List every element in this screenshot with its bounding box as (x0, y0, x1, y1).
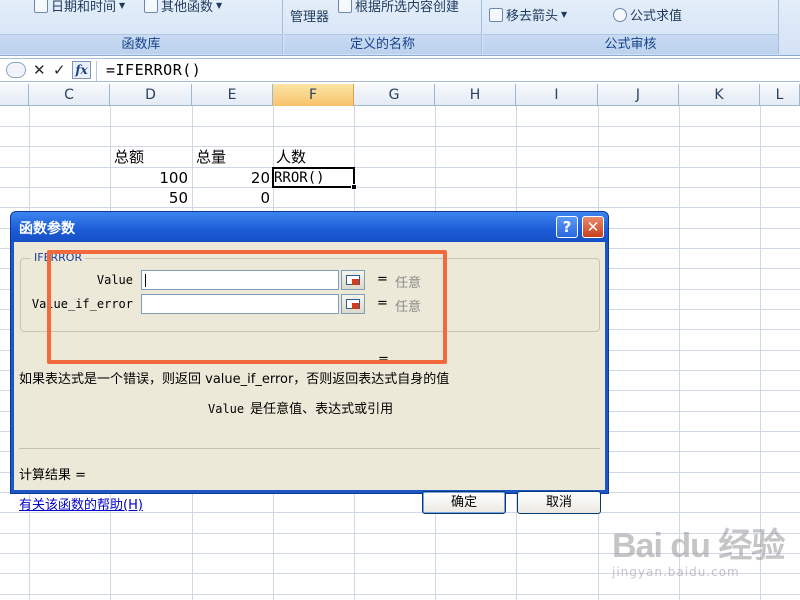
cell-e3[interactable]: 0 (192, 188, 270, 208)
create-from-selection-icon (338, 0, 352, 13)
enter-icon[interactable]: ✓ (53, 61, 66, 79)
cell-f-header[interactable]: 人数 (276, 147, 306, 167)
baidu-watermark: Bai du 经验 jingyan.baidu.com (612, 518, 785, 579)
cell-d3[interactable]: 50 (110, 188, 188, 208)
other-functions-button[interactable]: 其他函数 ▼ (144, 0, 222, 15)
ribbon-group-formula-auditing: 移去箭头 ▼ 公式求值 公式审核 (483, 0, 779, 54)
formula-bar: ✕ ✓ fx =IFERROR() (0, 58, 800, 82)
column-header-g[interactable]: G (354, 84, 435, 106)
column-header-i[interactable]: I (516, 84, 598, 106)
fill-handle[interactable] (351, 184, 357, 190)
column-header-d[interactable]: D (110, 84, 192, 106)
highlight-box (47, 250, 447, 364)
argument-description-text: 是任意值、表达式或引用 (250, 402, 394, 417)
cell-e-header[interactable]: 总量 (196, 147, 226, 167)
column-header-l[interactable]: L (760, 84, 800, 106)
argument-description-name: Value (208, 402, 245, 416)
ribbon-group-title: 公式审核 (483, 34, 778, 54)
ribbon-group-title: 函数库 (0, 34, 282, 54)
remove-arrows-button[interactable]: 移去箭头 ▼ (489, 5, 567, 24)
dialog-separator (19, 448, 600, 449)
function-description: 如果表达式是一个错误，则返回 value_if_error，否则返回表达式自身的… (19, 372, 450, 387)
watermark-url: jingyan.baidu.com (612, 565, 740, 579)
cancel-button[interactable]: 取消 (517, 491, 601, 514)
ribbon-group-defined-names: 管理器 根据所选内容创建 定义的名称 (284, 0, 482, 54)
column-header-h[interactable]: H (435, 84, 516, 106)
evaluate-formula-icon (613, 7, 627, 22)
chevron-down-icon: ▼ (561, 10, 568, 19)
formula-divider (96, 61, 97, 81)
active-cell-border (272, 167, 355, 188)
chevron-down-icon: ▼ (216, 1, 223, 10)
date-time-button[interactable]: 日期和时间 ▼ (34, 0, 125, 15)
remove-arrows-icon (489, 7, 503, 22)
cell-d2[interactable]: 100 (110, 168, 188, 188)
ribbon: 日期和时间 ▼ 其他函数 ▼ 函数库 管理器 根据所选内容创建 定义的名称 移去… (0, 0, 800, 56)
dialog-titlebar[interactable]: 函数参数 ? ✕ (11, 212, 608, 242)
more-functions-icon (144, 0, 158, 13)
help-icon[interactable]: ? (556, 216, 578, 238)
evaluate-formula-button[interactable]: 公式求值 (613, 5, 682, 24)
chevron-down-icon: ▼ (119, 1, 126, 10)
column-header-e[interactable]: E (192, 84, 273, 106)
formula-input[interactable]: =IFERROR() (106, 61, 201, 79)
dialog-title: 函数参数 (19, 221, 75, 237)
cell-e2[interactable]: 20 (192, 168, 270, 188)
column-header-row: C D E F G H I J K L (0, 84, 800, 106)
calc-result: 计算结果 = (19, 468, 87, 483)
column-header-j[interactable]: J (598, 84, 679, 106)
insert-function-icon[interactable]: fx (72, 61, 91, 79)
close-icon[interactable]: ✕ (582, 216, 604, 238)
ribbon-group-function-library: 日期和时间 ▼ 其他函数 ▼ 函数库 (0, 0, 283, 54)
column-header-stub[interactable] (0, 84, 29, 106)
cell-d-header[interactable]: 总额 (114, 147, 144, 167)
cancel-icon[interactable]: ✕ (33, 61, 46, 79)
watermark-logo: Bai du 经验 (612, 527, 785, 565)
name-box-toggle[interactable] (6, 62, 26, 78)
argument-description: Value 是任意值、表达式或引用 (208, 398, 393, 417)
ribbon-group-title: 定义的名称 (284, 34, 481, 54)
column-header-f[interactable]: F (273, 84, 354, 106)
column-header-k[interactable]: K (679, 84, 760, 106)
function-help-link[interactable]: 有关该函数的帮助(H) (19, 494, 143, 513)
name-manager-button[interactable]: 管理器 (290, 6, 329, 25)
ok-button[interactable]: 确定 (422, 491, 506, 514)
calendar-icon (34, 0, 48, 13)
create-from-selection-button[interactable]: 根据所选内容创建 (338, 0, 459, 15)
column-header-c[interactable]: C (29, 84, 110, 106)
